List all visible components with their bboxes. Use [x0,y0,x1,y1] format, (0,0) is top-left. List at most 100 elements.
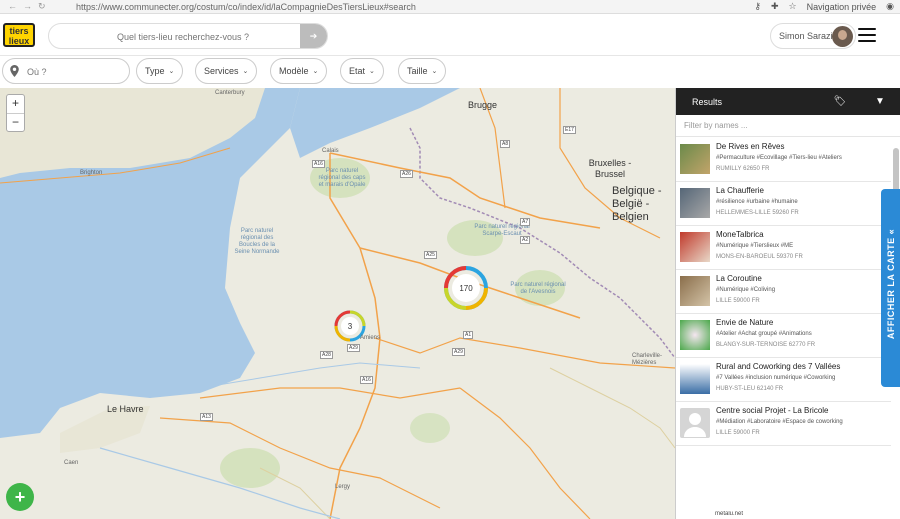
filter-label: Etat [349,66,366,76]
region-label: Parc naturel régional de l'Avesnois [510,282,566,295]
road-badge: A13 [200,413,213,421]
zoom-out-button[interactable]: − [7,113,24,131]
result-item[interactable]: La Coroutine #Numérique #Coliving LILLE … [676,270,891,314]
filter-bar: Type⌄ Services⌄ Modèle⌄ Etat⌄ Taille⌄ [0,56,900,88]
search-button[interactable]: ➔ [300,24,327,48]
tags-icon[interactable]: 🏷 [820,96,860,107]
avatar [832,26,853,47]
chevron-down-icon: ⌄ [168,68,175,75]
cluster-marker[interactable]: 170 [452,274,480,302]
result-item[interactable]: Centre social Projet - La Bricole #Média… [676,402,891,446]
puzzle-icon[interactable]: ✚ [771,1,779,12]
filter-label: Type [145,66,165,76]
filter-state-button[interactable]: Etat ⌄ [340,58,384,84]
results-title: Results [692,96,723,107]
result-name[interactable]: La Chaufferie [716,186,891,196]
filter-icon[interactable]: ▼ [860,96,900,107]
filter-names-field[interactable]: Filter by names ... [676,115,900,137]
result-tags: #Médiation #Laboratoire #Espace de cowor… [716,419,843,425]
chevron-down-icon: ⌄ [312,68,319,75]
road-badge: A1 [463,331,474,339]
star-icon[interactable]: ☆ [789,1,797,12]
zoom-control: + − [6,94,25,132]
road-badge: A7 [520,218,531,226]
show-map-button[interactable]: AFFICHER LA CARTE « [881,189,900,387]
search-input[interactable] [63,28,303,45]
city-label: Charleville-Mézières [632,353,663,366]
browser-nav: ← → ↻ [0,1,70,12]
road-badge: A8 [500,140,511,148]
result-name[interactable]: MoneTalbrica [716,230,891,240]
results-panel: Results 🏷 ▼ Filter by names ... De Rives… [675,88,900,519]
result-name[interactable]: Rural and Coworking des 7 Vallées [716,362,891,372]
result-name[interactable]: Envie de Nature [716,318,891,328]
road-badge: A29 [452,348,465,356]
result-thumbnail [680,232,710,262]
result-thumbnail [680,320,710,350]
result-address: HELLEMMES-LILLE 59260 FR [716,210,799,216]
result-item[interactable]: La Chaufferie #résilience #urbaine #huma… [676,182,891,226]
chevron-down-icon: ⌄ [431,68,438,75]
show-map-label: AFFICHER LA CARTE « [886,228,896,340]
result-tags: #7 Vallées #inclusion numérique #Coworki… [716,375,836,381]
result-tags: #résilience #urbaine #humaine [716,199,798,205]
city-label: Canterbury [215,90,245,96]
map-area[interactable]: + − Canterbury Brugge Calais Bruxelles -… [0,88,675,519]
browser-toolbar: ← → ↻ https://www.communecter.org/costum… [0,0,900,14]
where-input[interactable] [27,64,122,79]
filter-label: Taille [407,66,428,76]
site-logo[interactable]: tiers lieux [3,23,35,47]
road-badge: A2 [520,236,531,244]
result-name[interactable]: La Coroutine [716,274,891,284]
private-label: Navigation privée [806,1,877,12]
result-item-partial[interactable]: metalu.net [675,511,890,519]
region-label: Parc naturel régional des caps et marais… [318,168,366,188]
filter-size-button[interactable]: Taille ⌄ [398,58,447,84]
result-address: LILLE 59000 FR [716,430,760,436]
chevron-down-icon: ⌄ [242,68,249,75]
user-menu[interactable]: Simon Sarazin [770,23,856,49]
road-badge: A16 [360,376,373,384]
road-badge: A29 [347,344,360,352]
cluster-marker[interactable]: 3 [341,317,359,335]
result-name[interactable]: Centre social Projet - La Bricole [716,406,891,416]
address-bar[interactable]: https://www.communecter.org/costum/co/in… [70,2,754,12]
hamburger-menu-icon[interactable] [858,28,876,44]
city-label: Calais [322,148,339,154]
zoom-in-button[interactable]: + [7,95,24,113]
key-icon[interactable]: ⚷ [754,1,761,12]
back-icon[interactable]: ← [8,1,17,12]
result-thumbnail [680,276,710,306]
default-avatar-icon [680,408,710,438]
city-label: Amiens [360,335,381,341]
filter-services-button[interactable]: Services ⌄ [195,58,258,84]
private-indicator: ⚷ ✚ ☆ Navigation privée ◉ [754,1,900,12]
result-tags: #Permaculture #Ecovillage #Tiers-lieu #A… [716,155,842,161]
result-list: De Rives en Rêves #Permaculture #Ecovill… [676,138,891,519]
city-label: Le Havre [107,404,144,414]
reload-icon[interactable]: ↻ [38,1,46,12]
arrow-right-icon: ➔ [309,30,318,41]
filter-label: Modèle [279,66,309,76]
result-address: LILLE 59000 FR [716,298,760,304]
add-place-button[interactable]: + [6,483,34,511]
result-thumbnail [680,144,710,174]
filter-type-button[interactable]: Type ⌄ [136,58,184,84]
result-item[interactable]: Envie de Nature #Atelier #Achat groupé #… [676,314,891,358]
result-address: MONS-EN-BAROEUL 59370 FR [716,254,803,260]
road-badge: A25 [424,251,437,259]
result-address: RUMILLY 62650 FR [716,166,770,172]
road-badge: E17 [563,126,576,134]
result-item[interactable]: De Rives en Rêves #Permaculture #Ecovill… [676,138,891,182]
city-label: Bruxelles - Brussel [588,158,632,179]
filter-model-button[interactable]: Modèle ⌄ [270,58,328,84]
chevron-down-icon: ⌄ [369,68,375,75]
result-item[interactable]: MoneTalbrica #Numérique #Tierslieux #ME … [676,226,891,270]
extension-icon[interactable]: ◉ [886,1,894,12]
result-name[interactable]: De Rives en Rêves [716,142,891,152]
forward-icon[interactable]: → [23,1,32,12]
result-item[interactable]: Rural and Coworking des 7 Vallées #7 Val… [676,358,891,402]
location-pin-icon [10,65,19,77]
filter-names-placeholder: Filter by names ... [684,121,748,130]
road-badge: A16 [312,160,325,168]
